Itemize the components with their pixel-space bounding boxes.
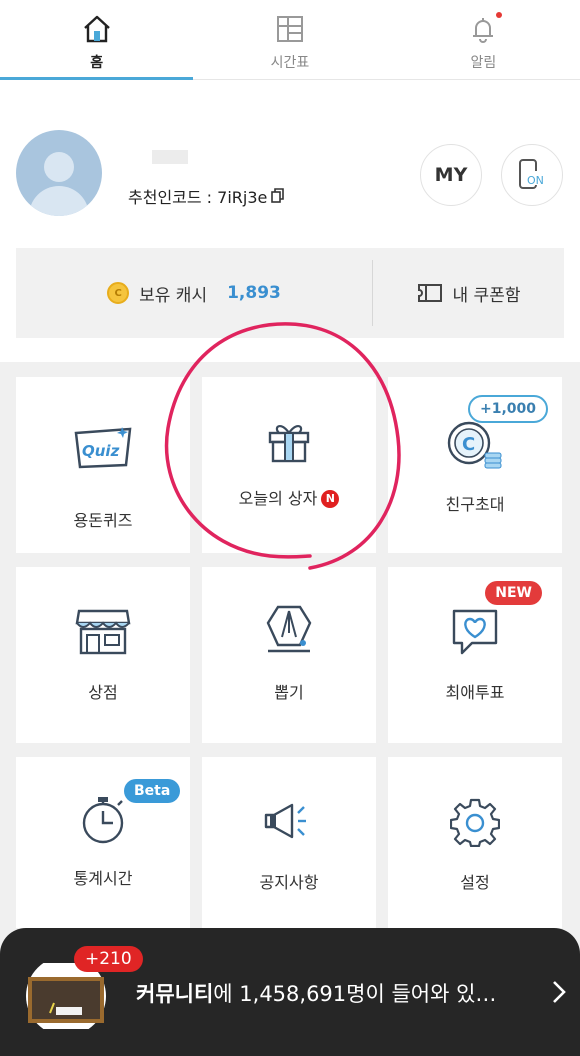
cash-amount: 1,893 (227, 283, 281, 303)
cash-bar: C 보유 캐시 1,893 내 쿠폰함 (16, 248, 564, 338)
store-icon (75, 607, 131, 661)
svg-text:ON: ON (527, 174, 544, 187)
gift-box-icon (265, 417, 313, 469)
tab-notifications-label: 알림 (470, 55, 497, 71)
beta-bubble: Beta (124, 779, 181, 803)
community-banner[interactable]: +210 커뮤니티에 1,458,691명이 들어와 있… (0, 928, 580, 1056)
copy-icon[interactable] (271, 188, 285, 204)
coupon-icon (417, 284, 442, 302)
new-bubble: NEW (485, 581, 542, 605)
coupon-box-button[interactable]: 내 쿠폰함 (373, 248, 564, 338)
tile-fav-vote[interactable]: NEW 최애투표 (388, 567, 562, 743)
on-button[interactable]: ON (501, 144, 563, 206)
avatar[interactable] (16, 130, 102, 216)
tile-stats-time[interactable]: Beta 통계시간 (16, 757, 190, 928)
notification-dot (495, 12, 502, 18)
home-icon (80, 12, 114, 46)
quiz-icon: Quiz (72, 425, 134, 475)
svg-text:Quiz: Quiz (82, 442, 120, 460)
tile-settings-label: 설정 (460, 873, 490, 892)
new-badge: N (321, 490, 340, 508)
tile-invite-friends-label: 친구초대 (445, 495, 505, 514)
cash-balance[interactable]: C 보유 캐시 1,893 (16, 248, 372, 338)
tile-stats-time-label: 통계시간 (73, 869, 133, 888)
claw-machine-icon (264, 603, 314, 661)
tab-notifications[interactable]: 알림 (387, 0, 580, 79)
tile-invite-friends[interactable]: +1,000 C 친구초대 (388, 377, 562, 553)
cash-label: 보유 캐시 (139, 285, 208, 306)
tile-store[interactable]: 상점 (16, 567, 190, 743)
top-tab-bar: 홈 시간표 알림 (0, 0, 580, 80)
tile-daily-box[interactable]: 오늘의 상자 N (202, 377, 376, 553)
reward-badge: +210 (74, 946, 143, 972)
tab-home-label: 홈 (90, 55, 104, 71)
coupon-label: 내 쿠폰함 (452, 285, 521, 306)
megaphone-icon (262, 799, 316, 849)
tab-timetable-label: 시간표 (270, 55, 310, 71)
tab-home[interactable]: 홈 (0, 0, 194, 80)
tile-settings[interactable]: 설정 (388, 757, 562, 928)
heart-chat-icon (450, 607, 500, 661)
phone-on-icon: ON (519, 159, 546, 189)
timetable-icon (273, 12, 307, 46)
banner-text: 커뮤니티에 1,458,691명이 들어와 있… (136, 982, 497, 1006)
tile-draw-label: 뽑기 (274, 683, 304, 702)
blurred-username (152, 150, 188, 164)
tile-quiz[interactable]: Quiz 용돈퀴즈 (16, 377, 190, 553)
my-button[interactable]: MY (420, 144, 482, 206)
tile-quiz-label: 용돈퀴즈 (73, 511, 133, 530)
gear-icon (449, 797, 501, 851)
tile-draw[interactable]: 뽑기 (202, 567, 376, 743)
tab-timetable[interactable]: 시간표 (193, 0, 386, 79)
svg-text:C: C (462, 434, 475, 455)
stopwatch-icon (78, 793, 128, 851)
tile-store-label: 상점 (88, 683, 118, 702)
profile-section: 추천인코드 : 7iRj3e MY ON (0, 120, 580, 230)
tile-notice[interactable]: 공지사항 (202, 757, 376, 928)
referral-code[interactable]: 추천인코드 : 7iRj3e (128, 184, 285, 208)
tile-notice-label: 공지사항 (259, 873, 319, 892)
bell-icon (466, 12, 500, 46)
coin-icon: C (107, 282, 130, 304)
chevron-right-icon[interactable] (552, 980, 566, 1008)
coin-stack-icon: C (445, 419, 505, 473)
chalkboard-icon (26, 956, 106, 1036)
tile-fav-vote-label: 최애투표 (445, 683, 505, 702)
tile-daily-box-label: 오늘의 상자 (238, 489, 318, 508)
